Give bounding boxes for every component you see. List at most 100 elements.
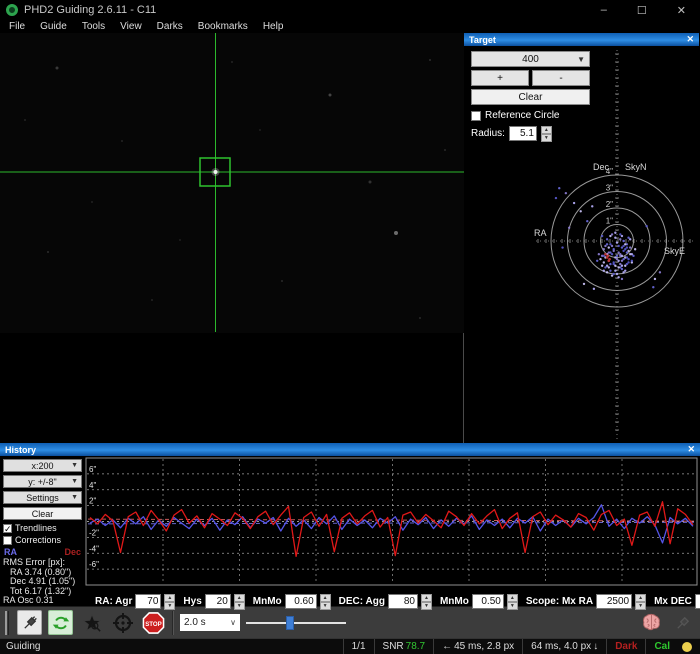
spin-up-icon[interactable]: ▲ [421, 594, 432, 602]
ra-aggression-input[interactable] [135, 594, 161, 609]
toolbar-grip[interactable] [5, 611, 9, 635]
trendlines-label: Trendlines [15, 523, 57, 533]
phd2-window: PHD2 Guiding 2.6.11 - C11 – ☐ ✕ File Guid… [0, 0, 700, 654]
svg-text:2": 2" [89, 497, 96, 506]
spin-up-icon[interactable]: ▲ [507, 594, 518, 602]
svg-text:3": 3" [606, 184, 613, 193]
spin-up-icon[interactable]: ▲ [635, 594, 646, 602]
exposure-select[interactable]: 2.0 s ∨ [180, 614, 240, 631]
reference-circle-checkbox[interactable] [471, 111, 481, 121]
chevron-down-icon: ▼ [71, 462, 78, 469]
starfield-image [0, 33, 464, 443]
maximize-button[interactable]: ☐ [637, 4, 647, 17]
ra-hysteresis-spinner[interactable]: ▲▼ [234, 594, 245, 609]
scope-max-ra-label: Scope: Mx RA [526, 596, 593, 607]
brain-icon [641, 612, 662, 633]
menu-bookmarks[interactable]: Bookmarks [198, 21, 248, 32]
target-zoom-in-button[interactable]: + [471, 70, 529, 86]
guide-camera-view[interactable] [0, 33, 464, 443]
guide-state-text: Guiding [0, 641, 46, 652]
spin-up-icon[interactable]: ▲ [164, 594, 175, 602]
svg-text:1": 1" [606, 217, 613, 226]
target-close-icon[interactable]: ✕ [686, 34, 694, 45]
status-dec-pulse: 64 ms, 4.0 px ↓ [522, 639, 606, 654]
target-zoom-select[interactable]: 400 ▼ [471, 51, 590, 67]
spin-down-icon[interactable]: ▼ [320, 602, 331, 610]
spin-down-icon[interactable]: ▼ [507, 602, 518, 610]
scope-max-dec-label: Mx DEC [654, 596, 692, 607]
corrections-checkbox[interactable] [3, 536, 12, 545]
auto-select-star-button[interactable] [79, 610, 104, 635]
dec-aggression-spinner[interactable]: ▲▼ [421, 594, 432, 609]
minimize-button[interactable]: – [601, 4, 607, 17]
spin-up-icon[interactable]: ▲ [234, 594, 245, 602]
menu-guide[interactable]: Guide [40, 21, 67, 32]
gamma-slider[interactable] [246, 613, 346, 633]
ra-hysteresis-label: Hys [183, 596, 201, 607]
history-settings-label: Settings [26, 493, 59, 503]
usb-plug-icon [21, 614, 39, 632]
menu-file[interactable]: File [9, 21, 25, 32]
camera-tool-icon [674, 614, 692, 632]
ra-osc: RA Osc 0.31 [3, 596, 82, 606]
history-clear-button[interactable]: Clear [3, 507, 82, 520]
guide-star [214, 170, 218, 174]
rms-error-stats: RMS Error [px]: RA 3.74 (0.80") Dec 4.91… [3, 558, 82, 606]
ra-trace-label: RA [4, 547, 17, 557]
menu-darks[interactable]: Darks [157, 21, 183, 32]
svg-text:-4": -4" [89, 544, 99, 553]
history-close-icon[interactable]: ✕ [687, 444, 695, 455]
ra-minmove-spinner[interactable]: ▲▼ [320, 594, 331, 609]
reference-circle-label: Reference Circle [485, 110, 559, 121]
toolbar-separator [172, 611, 174, 635]
scope-max-dec-input[interactable] [695, 594, 700, 609]
history-yscale-select[interactable]: y: +/-8"▼ [3, 475, 82, 488]
svg-text:-6": -6" [89, 560, 99, 569]
dec-minmove-spinner[interactable]: ▲▼ [507, 594, 518, 609]
window-controls: – ☐ ✕ [601, 4, 694, 17]
spin-down-icon[interactable]: ▼ [635, 602, 646, 610]
history-xscale-select[interactable]: x:200 ▼ [3, 459, 82, 472]
spin-down-icon[interactable]: ▼ [234, 602, 245, 610]
scope-max-ra-spinner[interactable]: ▲▼ [635, 594, 646, 609]
chevron-down-icon: ▼ [71, 478, 78, 485]
radius-spinner[interactable]: ▲▼ [541, 126, 552, 141]
menu-help[interactable]: Help [263, 21, 284, 32]
target-zoom-out-button[interactable]: - [532, 70, 590, 86]
ra-minmove-input[interactable] [285, 594, 317, 609]
guide-button[interactable] [110, 610, 135, 635]
stop-button[interactable]: STOP [141, 610, 166, 635]
window-titlebar: PHD2 Guiding 2.6.11 - C11 – ☐ ✕ [0, 0, 700, 20]
spin-down-icon[interactable]: ▼ [541, 134, 552, 142]
loop-exposures-button[interactable] [48, 610, 73, 635]
spin-up-icon[interactable]: ▲ [541, 126, 552, 134]
close-button[interactable]: ✕ [677, 4, 686, 17]
radius-input[interactable] [509, 126, 537, 141]
connect-equipment-button[interactable] [17, 610, 42, 635]
history-settings-select[interactable]: Settings▼ [3, 491, 82, 504]
history-panel: History ✕ x:200▼ y: +/-8"▼ Settings▼ Cle… [0, 443, 700, 606]
slider-handle[interactable] [286, 616, 294, 630]
star-magnifier-icon [82, 613, 102, 633]
history-panel-titlebar[interactable]: History ✕ [0, 443, 700, 456]
spin-down-icon[interactable]: ▼ [164, 602, 175, 610]
target-panel-titlebar[interactable]: Target ✕ [464, 33, 699, 46]
exposure-value: 2.0 s [184, 617, 206, 628]
dec-aggression-input[interactable] [388, 594, 418, 609]
menu-tools[interactable]: Tools [82, 21, 105, 32]
phd2-logo-icon [6, 4, 18, 16]
ra-hysteresis-input[interactable] [205, 594, 231, 609]
brain-settings-button[interactable] [639, 610, 664, 635]
camera-properties-button[interactable] [670, 610, 695, 635]
trendlines-checkbox[interactable]: ✓ [3, 524, 12, 533]
ra-aggression-spinner[interactable]: ▲▼ [164, 594, 175, 609]
target-clear-button[interactable]: Clear [471, 89, 590, 105]
target-panel: Target ✕ 400 ▼ + - Clear Refere [464, 33, 699, 443]
guide-target-icon [112, 612, 134, 634]
history-xscale-value: x:200 [31, 461, 53, 471]
menu-view[interactable]: View [120, 21, 142, 32]
spin-down-icon[interactable]: ▼ [421, 602, 432, 610]
dec-minmove-input[interactable] [472, 594, 504, 609]
scope-max-ra-input[interactable] [596, 594, 632, 609]
spin-up-icon[interactable]: ▲ [320, 594, 331, 602]
